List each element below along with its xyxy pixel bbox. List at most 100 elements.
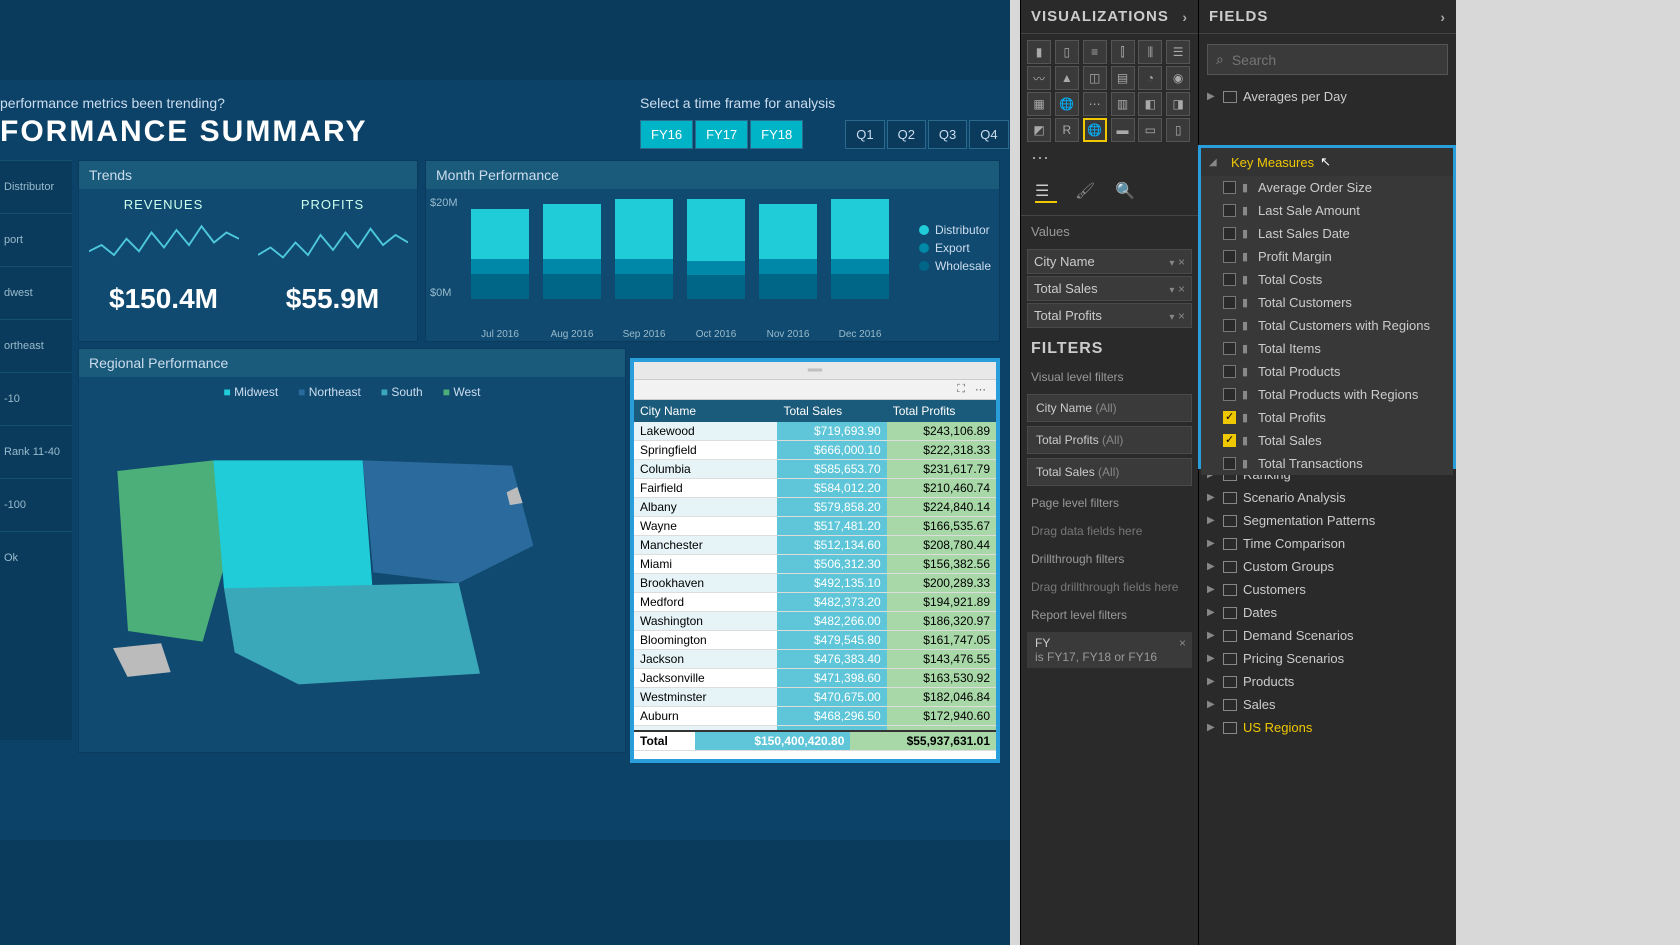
table-item[interactable]: ▶Time Comparison [1199, 532, 1456, 555]
viz-type-icon[interactable]: ⫼ [1138, 40, 1162, 64]
viz-type-icon[interactable]: 🌐 [1083, 118, 1107, 142]
table-row[interactable]: Manchester$512,134.60$208,780.44 [634, 536, 996, 555]
table-row[interactable]: Lakewood$719,693.90$243,106.89 [634, 422, 996, 441]
expand-icon[interactable]: ▶ [1207, 584, 1217, 595]
table-row[interactable]: Miami$506,312.30$156,382.56 [634, 555, 996, 574]
table-averages[interactable]: ▶ Averages per Day [1199, 85, 1456, 108]
table-row[interactable]: Jackson$476,383.40$143,476.55 [634, 650, 996, 669]
visual-filter[interactable]: City Name (All) [1027, 394, 1192, 422]
page-filters-dropzone[interactable]: Drag data fields here [1021, 516, 1198, 546]
measure-item[interactable]: ▮Total Products with Regions [1201, 383, 1453, 406]
viz-type-icon[interactable]: ◩ [1027, 118, 1051, 142]
table-item[interactable]: ▶Scenario Analysis [1199, 486, 1456, 509]
checkbox[interactable] [1223, 319, 1236, 332]
slicer-item[interactable]: dwest [0, 266, 72, 319]
viz-type-icon[interactable]: ⋯ [1083, 92, 1107, 116]
slicer-item[interactable]: Rank 11-40 [0, 425, 72, 478]
viz-type-icon[interactable]: ▯ [1055, 40, 1079, 64]
viz-type-icon[interactable]: ⫿ [1111, 40, 1135, 64]
q3-button[interactable]: Q3 [928, 120, 967, 149]
measure-item[interactable]: ▮Last Sale Amount [1201, 199, 1453, 222]
remove-icon[interactable]: × [1178, 255, 1185, 269]
table-row[interactable]: Bloomington$479,545.80$161,747.05 [634, 631, 996, 650]
format-tab-icon[interactable]: 🖌 [1075, 181, 1097, 203]
expand-icon[interactable]: ▶ [1207, 630, 1217, 641]
checkbox[interactable] [1223, 342, 1236, 355]
bar-column[interactable] [543, 199, 601, 299]
table-row[interactable]: Fairfield$584,012.20$210,460.74 [634, 479, 996, 498]
slicer-item[interactable]: -100 [0, 478, 72, 531]
focus-mode-icon[interactable]: ⛶ [957, 383, 965, 396]
us-map[interactable] [79, 407, 625, 727]
viz-type-icon[interactable]: ☰ [1166, 40, 1190, 64]
key-measures-header[interactable]: ◢ Key Measures ↖ [1201, 148, 1453, 176]
viz-type-icon[interactable]: ▯ [1166, 118, 1190, 142]
viz-type-icon[interactable]: 〰 [1027, 66, 1051, 90]
chevron-down-icon[interactable]: ▾ [1169, 285, 1174, 296]
viz-type-icon[interactable]: ▥ [1111, 92, 1135, 116]
fields-pane-header[interactable]: FIELDS › [1199, 0, 1456, 34]
expand-icon[interactable]: ▶ [1207, 538, 1217, 549]
viz-type-icon[interactable]: 🌐 [1055, 92, 1079, 116]
checkbox[interactable] [1223, 411, 1236, 424]
table-item[interactable]: ▶Customers [1199, 578, 1456, 601]
table-row[interactable]: Springfield$666,000.10$222,318.33 [634, 441, 996, 460]
value-field[interactable]: City Name▾ × [1027, 249, 1192, 274]
fy18-button[interactable]: FY18 [750, 120, 803, 149]
expand-icon[interactable]: ▶ [1207, 492, 1217, 503]
viz-type-icon[interactable]: ◫ [1083, 66, 1107, 90]
table-row[interactable]: Medford$482,373.20$194,921.89 [634, 593, 996, 612]
table-item[interactable]: ▶Products [1199, 670, 1456, 693]
table-row[interactable]: Richmond$461,891.30$147,565.89 [634, 726, 996, 731]
regional-panel[interactable]: Regional Performance ■ Midwest ■ Northea… [78, 348, 626, 753]
expand-icon[interactable]: ▶ [1207, 653, 1217, 664]
expand-icon[interactable]: ▶ [1207, 607, 1217, 618]
visual-drag-handle[interactable]: ══ [634, 362, 996, 380]
table-row[interactable]: Wayne$517,481.20$166,535.67 [634, 517, 996, 536]
month-performance-panel[interactable]: Month Performance $20M $0M Distributor E… [425, 160, 1000, 342]
report-filter-fy[interactable]: FY is FY17, FY18 or FY16 × [1027, 632, 1192, 668]
table-scroll[interactable]: City Name Total Sales Total Profits Lake… [634, 400, 996, 730]
bar-column[interactable] [831, 199, 889, 299]
chevron-right-icon[interactable]: › [1440, 9, 1446, 25]
slicer-item[interactable]: -10 [0, 372, 72, 425]
q1-button[interactable]: Q1 [845, 120, 884, 149]
table-item[interactable]: ▶Dates [1199, 601, 1456, 624]
expand-icon[interactable]: ▶ [1207, 699, 1217, 710]
viz-type-icon[interactable]: R [1055, 118, 1079, 142]
viz-type-icon[interactable]: ◧ [1138, 92, 1162, 116]
checkbox[interactable] [1223, 296, 1236, 309]
remove-filter-icon[interactable]: × [1179, 636, 1186, 650]
table-item[interactable]: ▶Custom Groups [1199, 555, 1456, 578]
checkbox[interactable] [1223, 227, 1236, 240]
checkbox[interactable] [1223, 365, 1236, 378]
table-row[interactable]: Auburn$468,296.50$172,940.60 [634, 707, 996, 726]
measure-item[interactable]: ▮Total Items [1201, 337, 1453, 360]
drill-filters-dropzone[interactable]: Drag drillthrough fields here [1021, 572, 1198, 602]
fy16-button[interactable]: FY16 [640, 120, 693, 149]
expand-icon[interactable]: ▶ [1207, 561, 1217, 572]
q4-button[interactable]: Q4 [969, 120, 1008, 149]
viz-type-icon[interactable]: ◔ [1138, 66, 1162, 90]
measure-item[interactable]: ▮Total Costs [1201, 268, 1453, 291]
slicer-item[interactable]: port [0, 213, 72, 266]
viz-type-icon[interactable]: ≡ [1083, 40, 1107, 64]
expand-icon[interactable]: ▶ [1207, 722, 1217, 733]
more-options-icon[interactable]: ⋯ [975, 383, 986, 396]
measure-item[interactable]: ▮Last Sales Date [1201, 222, 1453, 245]
q2-button[interactable]: Q2 [887, 120, 926, 149]
table-item[interactable]: ▶Pricing Scenarios [1199, 647, 1456, 670]
checkbox[interactable] [1223, 457, 1236, 470]
table-item[interactable]: ▶US Regions [1199, 716, 1456, 739]
bar-column[interactable] [615, 199, 673, 299]
table-row[interactable]: Brookhaven$492,135.10$200,289.33 [634, 574, 996, 593]
col-sales[interactable]: Total Sales [777, 400, 886, 422]
visual-filter[interactable]: Total Profits (All) [1027, 426, 1192, 454]
measure-item[interactable]: ▮Total Transactions [1201, 452, 1453, 475]
trends-panel[interactable]: Trends REVENUES $150.4M PROFITS $55.9M [78, 160, 418, 342]
measure-item[interactable]: ▮Total Customers [1201, 291, 1453, 314]
slicer-item[interactable]: ortheast [0, 319, 72, 372]
collapse-icon[interactable]: ◢ [1209, 157, 1219, 168]
measure-item[interactable]: ▮Average Order Size [1201, 176, 1453, 199]
analytics-tab-icon[interactable]: 🔍 [1115, 181, 1137, 203]
